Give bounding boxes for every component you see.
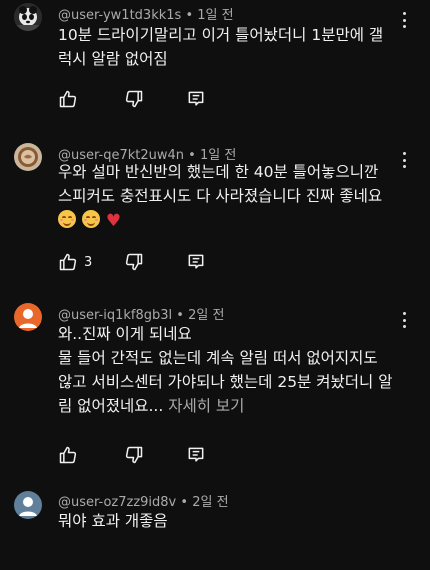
- comment-text-line: 물 들어 간적도 없는데 계속 알림 떠서 없어지지도: [58, 349, 378, 367]
- reply-icon: [188, 254, 204, 269]
- comment-text-line: 뭐야 효과 개좋음: [58, 512, 168, 530]
- smiling-face-emoji: [58, 210, 76, 228]
- avatar[interactable]: [14, 491, 42, 519]
- comment-text-line: 림 없어졌네요... 자세히 보기: [58, 394, 403, 418]
- separator-dot: •: [180, 495, 189, 510]
- comment-username[interactable]: @user-oz7zz9id8v: [58, 495, 176, 510]
- comment-item: @user-iq1kf8gb3l • 2일 전 와..진짜 이게 되네요 물 들…: [0, 300, 430, 475]
- comment-meta: @user-oz7zz9id8v • 2일 전: [58, 491, 229, 510]
- comment-meta: @user-yw1td3kk1s • 1일 전: [58, 4, 234, 23]
- emoji-line: ♥: [58, 208, 403, 233]
- comment-text: 10분 드라이기말리고 이거 틀어놨더니 1분만에 갤 럭시 알람 없어짐: [58, 23, 403, 71]
- reply-icon: [188, 91, 204, 106]
- comment-text: 우와 설마 반신반의 했는데 한 40분 틀어놓으니깐 스피커도 충전표시도 다…: [58, 160, 403, 233]
- comment-text-line: 10분 드라이기말리고 이거 틀어놨더니 1분만에 갤: [58, 26, 384, 44]
- dislike-button[interactable]: [124, 89, 144, 109]
- comment-item: @user-qe7kt2uw4n • 1일 전 우와 설마 반신반의 했는데 한…: [0, 140, 430, 280]
- read-more-link[interactable]: 자세히 보기: [168, 397, 244, 415]
- avatar[interactable]: [14, 303, 42, 331]
- thumbs-up-icon: [59, 253, 77, 271]
- thumbs-down-icon: [125, 90, 143, 108]
- comment-username[interactable]: @user-iq1kf8gb3l: [58, 308, 172, 323]
- comment-item: @user-oz7zz9id8v • 2일 전 뭐야 효과 개좋음: [0, 488, 430, 570]
- comment-item: @user-yw1td3kk1s • 1일 전 10분 드라이기말리고 이거 틀…: [0, 0, 430, 130]
- reply-icon: [188, 447, 204, 462]
- thumbs-up-icon: [59, 446, 77, 464]
- comment-time: 1일 전: [197, 8, 234, 23]
- like-button[interactable]: 3: [58, 252, 92, 272]
- red-heart-emoji: ♥: [105, 211, 122, 231]
- comment-meta: @user-iq1kf8gb3l • 2일 전: [58, 304, 224, 323]
- separator-dot: •: [176, 308, 184, 323]
- comment-text-end: 림 없어졌네요...: [58, 397, 164, 415]
- comment-time: 2일 전: [188, 308, 225, 323]
- comment-text-line: 스피커도 충전표시도 다 사라졌습니다 진짜 좋네요: [58, 187, 383, 205]
- smiling-face-emoji: [81, 210, 100, 228]
- like-count: 3: [84, 254, 93, 270]
- reply-button[interactable]: [186, 445, 206, 465]
- reply-button[interactable]: [186, 89, 206, 109]
- comment-time: 2일 전: [192, 495, 229, 510]
- dislike-button[interactable]: [124, 252, 144, 272]
- separator-dot: •: [185, 8, 194, 23]
- avatar[interactable]: [14, 3, 42, 31]
- reply-button[interactable]: [186, 252, 206, 272]
- comment-text-line: 럭시 알람 없어짐: [58, 50, 168, 68]
- comment-text: 뭐야 효과 개좋음: [58, 509, 403, 533]
- comment-actions: [58, 89, 218, 109]
- comment-text-line: 와..진짜 이게 되네요: [58, 325, 192, 343]
- thumbs-down-icon: [125, 253, 143, 271]
- comment-text-line: 우와 설마 반신반의 했는데 한 40분 틀어놓으니깐: [58, 163, 379, 181]
- comment-username[interactable]: @user-yw1td3kk1s: [58, 8, 181, 23]
- like-button[interactable]: [58, 445, 78, 465]
- dislike-button[interactable]: [124, 445, 144, 465]
- comment-text-line: 않고 서비스센터 가야되나 했는데 25분 켜놨더니 알: [58, 373, 393, 391]
- like-button[interactable]: [58, 89, 78, 109]
- comment-actions: 3: [58, 252, 218, 272]
- comment-text: 와..진짜 이게 되네요 물 들어 간적도 없는데 계속 알림 떠서 없어지지도…: [58, 322, 403, 418]
- thumbs-down-icon: [125, 446, 143, 464]
- thumbs-up-icon: [59, 90, 77, 108]
- comment-actions: [58, 445, 218, 465]
- avatar[interactable]: [14, 143, 42, 171]
